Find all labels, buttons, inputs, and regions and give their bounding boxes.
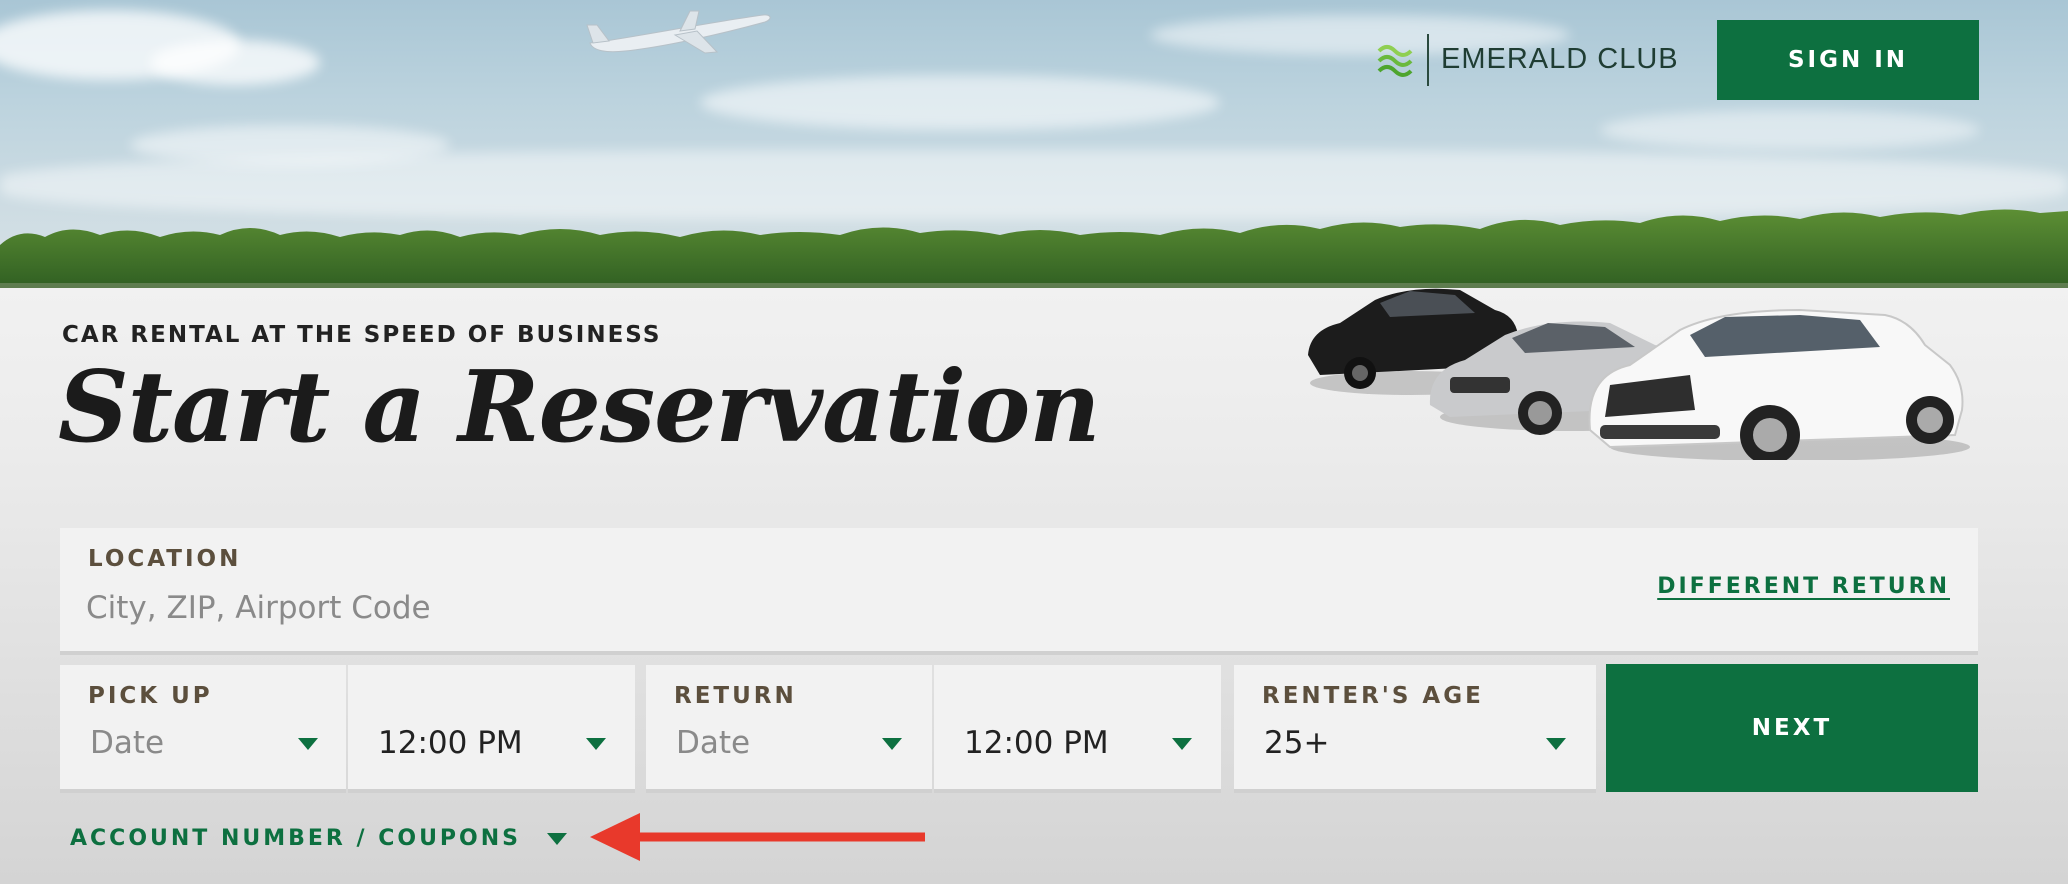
emerald-club-logo[interactable]: EMERALD CLUB: [1375, 32, 1679, 87]
chevron-down-icon: [586, 738, 606, 750]
logo-divider: [1427, 33, 1429, 86]
location-input[interactable]: [86, 583, 1286, 633]
return-date-value: Date: [676, 725, 751, 761]
chevron-down-icon: [1172, 738, 1192, 750]
logo-text: EMERALD CLUB: [1441, 43, 1679, 76]
pickup-time-select[interactable]: 12:00 PM: [348, 665, 635, 793]
different-return-link[interactable]: DIFFERENT RETURN: [1657, 574, 1950, 599]
chevron-down-icon: [547, 832, 568, 845]
location-field-box[interactable]: LOCATION DIFFERENT RETURN: [60, 528, 1978, 655]
renters-age-value: 25+: [1264, 725, 1330, 761]
pickup-date-select[interactable]: PICK UP Date: [60, 665, 346, 793]
airplane-image: [586, 10, 771, 54]
page-title: Start a Reservation: [58, 350, 1101, 465]
pickup-label: PICK UP: [88, 683, 213, 709]
next-button[interactable]: NEXT: [1606, 664, 1978, 792]
renters-age-label: RENTER'S AGE: [1262, 683, 1484, 709]
return-time-select[interactable]: 12:00 PM: [934, 665, 1221, 793]
sign-in-button[interactable]: SIGN IN: [1717, 20, 1979, 100]
hero-tagline: CAR RENTAL AT THE SPEED OF BUSINESS: [62, 322, 662, 348]
red-arrow-annotation: [590, 813, 925, 861]
brand-name: EMERALD: [1441, 43, 1589, 75]
account-coupons-label: ACCOUNT NUMBER / COUPONS: [70, 826, 522, 851]
emerald-wave-icon: [1377, 44, 1413, 77]
return-label: RETURN: [674, 683, 797, 709]
page: EMERALD CLUB SIGN IN CAR RENTAL AT THE S…: [0, 0, 2068, 884]
chevron-down-icon: [882, 738, 902, 750]
cars-image: [1308, 288, 1970, 460]
brand-suffix: CLUB: [1597, 43, 1679, 75]
location-label: LOCATION: [88, 546, 242, 572]
pickup-date-value: Date: [90, 725, 165, 761]
renters-age-select[interactable]: RENTER'S AGE 25+: [1234, 665, 1596, 793]
return-date-select[interactable]: RETURN Date: [646, 665, 932, 793]
account-coupons-toggle[interactable]: ACCOUNT NUMBER / COUPONS: [70, 826, 568, 851]
chevron-down-icon: [298, 738, 318, 750]
pickup-time-value: 12:00 PM: [378, 725, 523, 761]
chevron-down-icon: [1546, 738, 1566, 750]
return-time-value: 12:00 PM: [964, 725, 1109, 761]
